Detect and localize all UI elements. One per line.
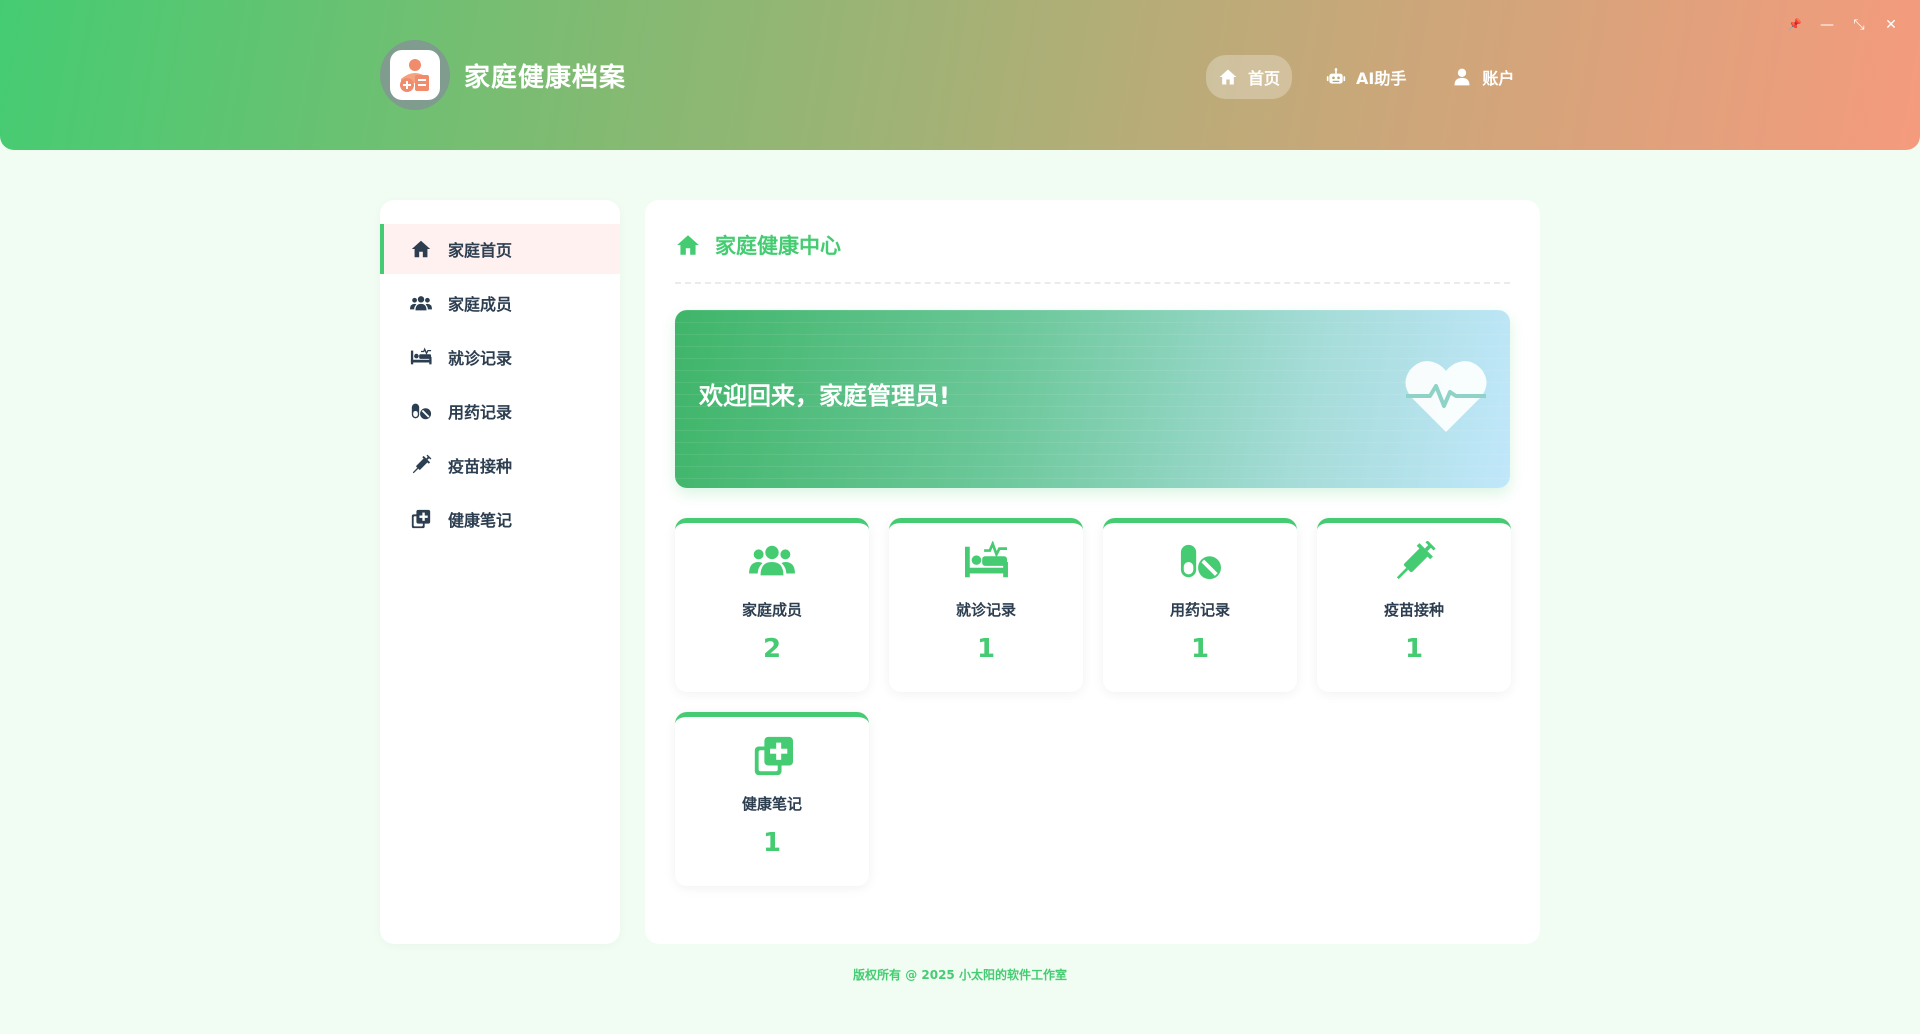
notes-medical-icon (754, 736, 793, 776)
home-icon (1219, 69, 1237, 85)
topnav-ai-label: AI助手 (1356, 69, 1407, 88)
stat-card-label: 家庭成员 (741, 601, 802, 619)
users-icon (410, 296, 432, 311)
bed-icon (410, 347, 432, 365)
welcome-text: 欢迎回来，家庭管理员! (699, 382, 950, 410)
heartbeat-icon (1405, 361, 1487, 432)
page-title: 家庭健康中心 (675, 230, 1510, 284)
sidebar-item-visits[interactable]: 就诊记录 (380, 332, 620, 382)
sidebar-item-label: 就诊记录 (448, 349, 513, 368)
sidebar-item-vaccines[interactable]: 疫苗接种 (380, 440, 620, 490)
topnav-account-label: 账户 (1482, 69, 1515, 88)
brand: 家庭健康档案 (380, 40, 626, 110)
home-icon (411, 240, 431, 258)
page-title-text: 家庭健康中心 (715, 234, 841, 258)
topnav-ai-assistant[interactable]: AI助手 (1314, 55, 1418, 99)
sidebar-item-label: 家庭成员 (448, 295, 513, 314)
stat-card-notes[interactable]: 健康笔记 1 (675, 712, 869, 886)
sidebar-item-label: 健康笔记 (448, 511, 513, 530)
sidebar: 家庭首页 家庭成员 就诊记录 用药记录 疫苗接种 健康笔记 (380, 200, 620, 944)
pills-icon (1180, 544, 1221, 580)
sidebar-item-home[interactable]: 家庭首页 (380, 224, 620, 274)
restore-button[interactable]: ⤡ (1850, 16, 1868, 34)
stat-card-value: 2 (762, 634, 782, 664)
family-health-logo-icon (400, 59, 429, 92)
app-title: 家庭健康档案 (464, 62, 627, 93)
stat-card-members[interactable]: 家庭成员 2 (675, 518, 869, 692)
topnav-home-label: 首页 (1248, 69, 1281, 88)
home-icon (677, 235, 699, 255)
stat-card-label: 健康笔记 (741, 795, 802, 813)
sidebar-item-label: 用药记录 (448, 403, 513, 422)
sidebar-item-members[interactable]: 家庭成员 (380, 278, 620, 328)
stats-cards: 家庭成员 2 就诊记录 1 用药记录 1 疫苗接种 1 健康笔记 1 (675, 518, 1511, 886)
welcome-banner: 欢迎回来，家庭管理员! (675, 310, 1510, 488)
stat-card-vaccines[interactable]: 疫苗接种 1 (1317, 518, 1511, 692)
stat-card-value: 1 (1190, 634, 1210, 664)
topnav-account[interactable]: 账户 (1440, 55, 1526, 99)
stat-card-value: 1 (976, 634, 996, 664)
stat-card-label: 用药记录 (1169, 601, 1230, 619)
pin-icon[interactable]: 📌 (1786, 16, 1804, 34)
footer-copyright: 版权所有 @ 2025 小太阳的软件工作室 (853, 968, 1067, 982)
sidebar-item-medication[interactable]: 用药记录 (380, 386, 620, 436)
minimize-button[interactable]: — (1818, 16, 1836, 34)
sidebar-item-label: 疫苗接种 (448, 457, 513, 476)
syringe-icon (412, 454, 432, 474)
stat-card-value: 1 (762, 828, 782, 858)
app-logo (380, 40, 450, 110)
window-controls: 📌 — ⤡ ✕ (1786, 16, 1900, 34)
robot-icon (1326, 68, 1346, 84)
sidebar-item-label: 家庭首页 (448, 241, 513, 260)
stat-card-medication[interactable]: 用药记录 1 (1103, 518, 1297, 692)
user-icon (1454, 68, 1470, 86)
app-header: 📌 — ⤡ ✕ 家庭健康档案 首页 AI助手 账户 (0, 0, 1920, 150)
notes-medical-icon (411, 509, 431, 529)
top-navigation: 首页 AI助手 账户 (1206, 55, 1526, 99)
bed-icon (965, 541, 1008, 578)
stat-card-value: 1 (1404, 634, 1424, 664)
close-button[interactable]: ✕ (1882, 16, 1900, 34)
syringe-icon (1396, 541, 1436, 580)
stat-card-label: 就诊记录 (955, 601, 1016, 619)
stat-card-label: 疫苗接种 (1383, 601, 1444, 619)
topnav-home[interactable]: 首页 (1206, 55, 1293, 99)
sidebar-item-notes[interactable]: 健康笔记 (380, 494, 620, 544)
main-content: 家庭健康中心 欢迎回来，家庭管理员! 家庭成员 2 就诊记录 1 用药记录 1 … (645, 200, 1540, 944)
stat-card-visits[interactable]: 就诊记录 1 (889, 518, 1083, 692)
pills-icon (411, 403, 432, 420)
users-icon (749, 545, 795, 576)
